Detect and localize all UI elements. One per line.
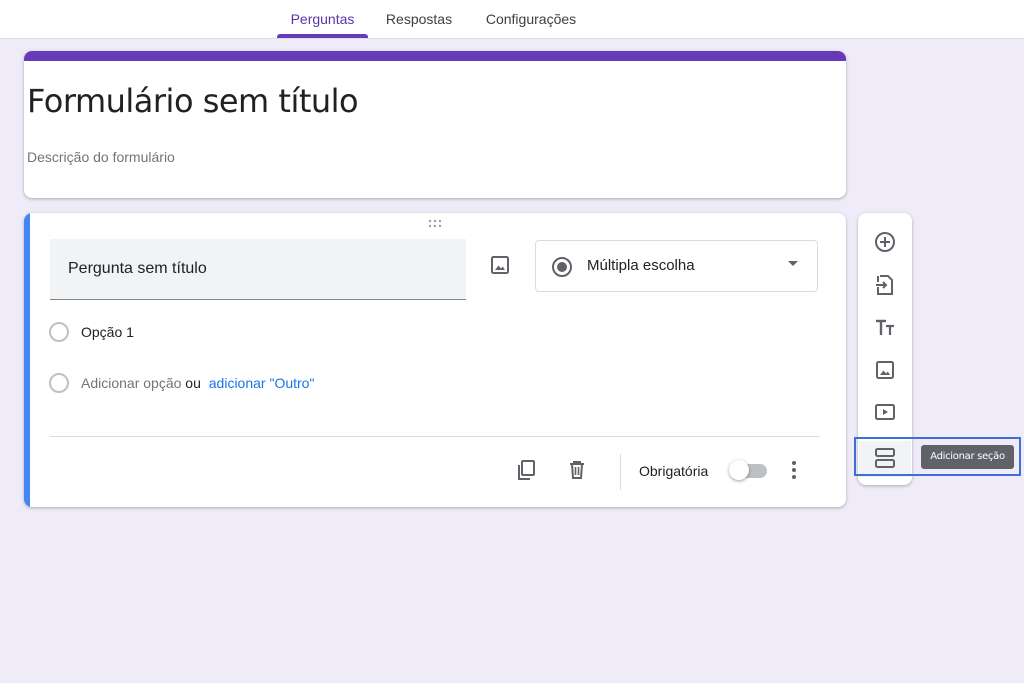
image-icon[interactable] [873, 358, 897, 382]
form-title-card [24, 51, 846, 198]
add-question-icon[interactable] [873, 230, 897, 254]
add-option-line: Adicionar opção ou adicionar "Outro" [81, 375, 314, 391]
add-option-link[interactable]: Adicionar opção [81, 375, 181, 391]
question-active-bar [24, 213, 30, 507]
radio-selected-icon [551, 256, 573, 278]
more-options-icon[interactable] [784, 458, 804, 482]
video-icon[interactable] [873, 400, 897, 424]
active-tab-indicator [277, 34, 368, 38]
tab-configuracoes[interactable]: Configurações [474, 0, 588, 38]
option-1-label[interactable]: Opção 1 [81, 324, 134, 340]
question-type-dropdown[interactable]: Múltipla escolha [535, 240, 818, 292]
title-text-icon[interactable] [873, 316, 897, 340]
add-option-radio-icon [49, 373, 69, 393]
question-title-text: Pergunta sem título [68, 260, 207, 277]
tab-perguntas[interactable]: Perguntas [277, 0, 368, 38]
required-label: Obrigatória [639, 463, 709, 479]
form-title[interactable]: Formulário sem título [27, 82, 359, 120]
required-toggle[interactable] [729, 460, 769, 480]
import-questions-icon[interactable] [873, 273, 897, 297]
question-footer-divider [50, 436, 820, 437]
dropdown-arrow-icon [788, 261, 798, 267]
form-description-field[interactable]: Descrição do formulário [27, 149, 175, 165]
top-tab-bar: Perguntas Respostas Configurações [0, 0, 1024, 39]
tab-respostas[interactable]: Respostas [378, 0, 460, 38]
add-other-link[interactable]: adicionar "Outro" [209, 375, 315, 391]
drag-handle-icon[interactable] [426, 219, 446, 229]
delete-icon[interactable] [565, 458, 589, 482]
duplicate-icon[interactable] [514, 458, 538, 482]
add-section-tooltip: Adicionar seção [921, 445, 1014, 469]
question-card: Pergunta sem título Múltipla escolha Opç… [24, 213, 846, 507]
add-option-or: ou [185, 375, 201, 391]
add-image-to-question-icon[interactable] [488, 253, 512, 277]
toggle-knob [729, 460, 749, 480]
option-radio-icon [49, 322, 69, 342]
title-card-accent [24, 51, 846, 61]
footer-vertical-divider [620, 454, 621, 490]
question-title-input[interactable]: Pergunta sem título [50, 239, 466, 300]
question-type-label: Múltipla escolha [587, 257, 695, 274]
